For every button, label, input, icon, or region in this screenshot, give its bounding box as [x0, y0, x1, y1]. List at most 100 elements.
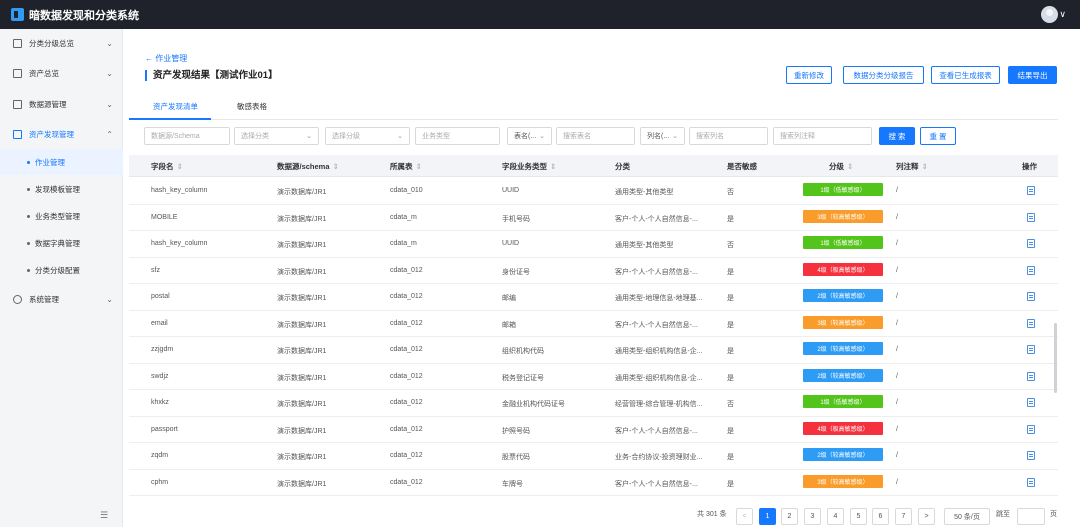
tab-sensitive-tables[interactable]: 敏感表格 — [237, 101, 267, 112]
edit-icon[interactable] — [1027, 398, 1035, 407]
cell-table: cdata_012 — [390, 478, 423, 486]
level-badge: 3级（较高敏感级） — [803, 474, 883, 488]
column-header[interactable]: 列注释 ⇕ — [896, 161, 928, 172]
chevron-down-icon[interactable]: ∨ — [1059, 9, 1066, 20]
list-icon — [13, 68, 22, 78]
export-button[interactable]: 结果导出 — [1008, 66, 1057, 84]
sidebar-subitem-dictionary[interactable]: 数据字典管理 — [0, 230, 123, 256]
cell-comment: / — [896, 478, 898, 486]
page-button[interactable]: 4 — [827, 508, 844, 525]
cell-field: cphm — [151, 478, 169, 486]
view-reports-button[interactable]: 查看已生成报表 — [931, 66, 1000, 84]
sort-icon[interactable]: ⇕ — [177, 162, 183, 171]
rerun-button[interactable]: 重新修改 — [786, 66, 832, 84]
category-select[interactable]: 选择分类 ⌄ — [234, 127, 319, 145]
goto-page-input[interactable] — [1017, 508, 1045, 525]
sidebar-item-label: 系统管理 — [29, 294, 59, 304]
page-button[interactable]: 3 — [804, 508, 821, 525]
cell-field: postal — [151, 293, 170, 300]
cell-field: khxkz — [151, 399, 169, 406]
sort-icon[interactable]: ⇕ — [416, 162, 422, 171]
cell-field: MOBILE — [151, 213, 178, 221]
cell-source: 演示数据库/JR1 — [277, 480, 327, 488]
page-button[interactable]: 2 — [781, 508, 798, 525]
biz-type-input[interactable]: 业务类型 — [415, 127, 500, 145]
page-button[interactable]: 7 — [895, 508, 912, 525]
reset-button[interactable]: 重 置 — [920, 127, 956, 145]
cell-biz: 股票代码 — [502, 454, 530, 461]
edit-icon[interactable] — [1027, 212, 1035, 222]
edit-icon[interactable] — [1027, 345, 1035, 354]
tab-asset-list[interactable]: 资产发现清单 — [153, 101, 198, 112]
scrollbar[interactable] — [1054, 323, 1057, 393]
edit-icon[interactable] — [1027, 292, 1035, 301]
page-button[interactable]: 1 — [759, 508, 776, 525]
sidebar-item-overview[interactable]: 分类分级总览 ⌄ — [0, 30, 123, 56]
table-row: passport 演示数据库/JR1 cdata_012 护照号码 客户-个人-个人自然… — [129, 417, 1058, 443]
cell-cat: 客户-个人-个人自然信息-... — [615, 321, 698, 329]
column-header[interactable]: 数据源/schema ⇕ — [277, 161, 339, 172]
placeholder-text: 数据源/Schema — [151, 133, 200, 140]
level-select[interactable]: 选择分级 ⌄ — [325, 127, 410, 145]
total-count: 共 301 条 — [697, 511, 727, 518]
sort-icon[interactable]: ⇕ — [922, 162, 928, 171]
cell-table: cdata_012 — [390, 399, 423, 406]
edit-icon[interactable] — [1027, 318, 1035, 328]
sort-icon[interactable]: ⇕ — [550, 162, 556, 171]
cell-biz: 邮编 — [502, 295, 516, 302]
sidebar-subitem-jobs[interactable]: 作业管理 — [0, 149, 123, 175]
cell-sensitive: 是 — [727, 348, 734, 355]
column-search-input[interactable]: 搜索列名 — [689, 127, 768, 145]
cell-field: zzjgdm — [151, 346, 174, 353]
menu-collapse-icon[interactable]: ☰ — [100, 510, 108, 521]
user-avatar-icon[interactable] — [1041, 6, 1058, 23]
prev-page-button[interactable]: < — [736, 508, 753, 525]
sidebar-subitem-config[interactable]: 分类分级配置 — [0, 257, 123, 283]
column-header[interactable]: 字段业务类型 ⇕ — [502, 161, 556, 172]
sidebar-item-system[interactable]: 系统管理 ⌄ — [0, 286, 123, 312]
edit-icon[interactable] — [1027, 186, 1035, 195]
table-search-input[interactable]: 搜索表名 — [556, 127, 635, 145]
report-button[interactable]: 数据分类分级报告 — [843, 66, 924, 84]
sidebar-item-datasource[interactable]: 数据源管理 ⌄ — [0, 91, 123, 117]
table-mode-select[interactable]: 表名(... ⌄ — [507, 127, 552, 145]
edit-icon[interactable] — [1027, 371, 1035, 381]
cell-cat: 客户-个人-个人自然信息-... — [615, 215, 698, 223]
placeholder-text: 搜索表名 — [563, 133, 591, 140]
sidebar-subitem-templates[interactable]: 发现模板管理 — [0, 176, 123, 202]
edit-icon[interactable] — [1027, 477, 1035, 487]
column-mode-select[interactable]: 列名(... ⌄ — [640, 127, 685, 145]
column-header[interactable]: 分级 ⇕ — [829, 161, 853, 172]
edit-icon[interactable] — [1027, 239, 1035, 248]
next-page-button[interactable]: > — [918, 508, 935, 525]
sort-icon[interactable]: ⇕ — [847, 162, 853, 171]
search-button[interactable]: 搜 索 — [879, 127, 915, 145]
cell-table: cdata_012 — [390, 372, 423, 380]
cell-cat: 通用类型-组织机构信息-企... — [615, 374, 703, 382]
sidebar-item-discovery[interactable]: 资产发现管理 ⌃ — [0, 121, 123, 147]
page-button[interactable]: 6 — [872, 508, 889, 525]
column-header: 分类 — [615, 162, 630, 171]
edit-icon[interactable] — [1027, 451, 1035, 460]
page-size-select[interactable]: 50 条/页 — [944, 508, 990, 525]
comment-search-input[interactable]: 搜索列注释 — [773, 127, 872, 145]
cell-sensitive: 否 — [727, 189, 734, 196]
datasource-input[interactable]: 数据源/Schema — [144, 127, 230, 145]
column-header[interactable]: 字段名 ⇕ — [151, 161, 183, 172]
sidebar-subitem-biztypes[interactable]: 业务类型管理 — [0, 203, 123, 229]
discover-icon — [13, 129, 22, 139]
cell-biz: 身份证号 — [502, 268, 530, 276]
cell-comment: / — [896, 372, 898, 380]
table-row: swdjz 演示数据库/JR1 cdata_012 税务登记证号 通用类型-组织机构信息… — [129, 364, 1058, 390]
cell-comment: / — [896, 240, 898, 247]
sort-icon[interactable]: ⇕ — [333, 162, 339, 171]
cell-cat: 通用类型-其他类型 — [615, 189, 674, 196]
level-badge: 4级（极高敏感级） — [803, 262, 883, 276]
placeholder-text: 选择分类 — [241, 133, 269, 140]
edit-icon[interactable] — [1027, 265, 1035, 275]
edit-icon[interactable] — [1027, 424, 1035, 434]
sidebar-item-assets[interactable]: 资产总览 ⌄ — [0, 60, 123, 86]
back-link[interactable]: ← 作业管理 — [145, 53, 187, 64]
column-header[interactable]: 所属表 ⇕ — [390, 161, 422, 172]
page-button[interactable]: 5 — [850, 508, 867, 525]
